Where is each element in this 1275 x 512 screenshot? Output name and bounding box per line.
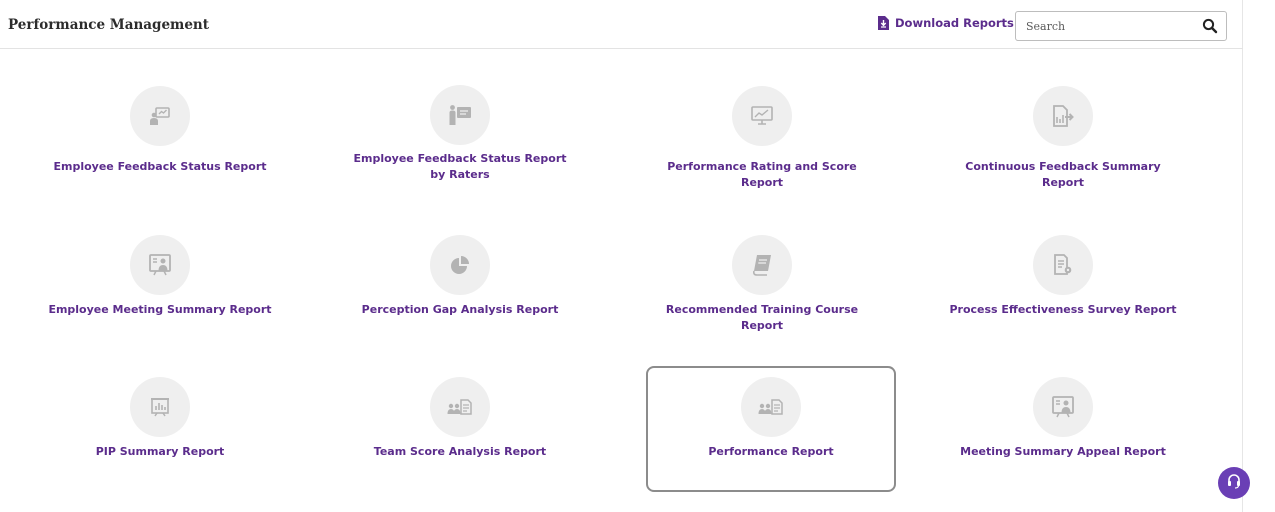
- report-card[interactable]: Perception Gap Analysis Report: [335, 224, 585, 350]
- report-label: PIP Summary Report: [95, 445, 225, 458]
- report-card[interactable]: Performance Rating and Score Report: [637, 75, 887, 201]
- meeting-board-icon: [130, 235, 190, 295]
- presenter-board-icon: [430, 85, 490, 145]
- file-download-icon: [877, 16, 889, 30]
- report-label: Meeting Summary Appeal Report: [960, 445, 1166, 458]
- report-label: Perception Gap Analysis Report: [361, 303, 559, 316]
- report-card[interactable]: Process Effectiveness Survey Report: [938, 224, 1188, 350]
- report-label: Performance Rating and Score Report: [667, 160, 857, 189]
- report-label: Employee Meeting Summary Report: [48, 303, 272, 316]
- report-label: Process Effectiveness Survey Report: [949, 303, 1177, 316]
- report-card[interactable]: PIP Summary Report: [35, 366, 285, 492]
- report-label: Employee Feedback Status Report by Rater…: [353, 152, 567, 181]
- report-label: Performance Report: [708, 445, 834, 458]
- document-settings-icon: [1033, 235, 1093, 295]
- report-label: Recommended Training Course Report: [665, 303, 859, 332]
- team-document-icon: [741, 377, 801, 437]
- bar-chart-board-icon: [130, 377, 190, 437]
- book-icon: [732, 235, 792, 295]
- monitor-chart-icon: [732, 86, 792, 146]
- report-label: Employee Feedback Status Report: [53, 160, 267, 173]
- report-card[interactable]: Team Score Analysis Report: [335, 366, 585, 492]
- report-card[interactable]: Employee Feedback Status Report: [35, 75, 285, 201]
- report-card[interactable]: Meeting Summary Appeal Report: [938, 366, 1188, 492]
- right-gutter: [1243, 0, 1275, 512]
- document-export-icon: [1033, 86, 1093, 146]
- report-label: Continuous Feedback Summary Report: [965, 160, 1161, 189]
- report-card[interactable]: Employee Feedback Status Report by Rater…: [335, 75, 585, 201]
- meeting-board-icon: [1033, 377, 1093, 437]
- search-box: [1015, 11, 1227, 41]
- download-reports-button[interactable]: Download Reports: [877, 16, 1014, 30]
- report-card-selected[interactable]: Performance Report: [646, 366, 896, 492]
- search-icon[interactable]: [1202, 18, 1218, 34]
- page-header: Performance Management Download Reports: [0, 0, 1243, 49]
- report-card[interactable]: Recommended Training Course Report: [637, 224, 887, 350]
- team-document-icon: [430, 377, 490, 437]
- download-reports-label: Download Reports: [895, 16, 1014, 30]
- search-input[interactable]: [1016, 12, 1196, 40]
- report-card[interactable]: Employee Meeting Summary Report: [35, 224, 285, 350]
- presentation-chart-icon: [130, 86, 190, 146]
- report-grid: Employee Feedback Status Report Employee…: [0, 49, 1243, 512]
- page-title: Performance Management: [8, 17, 209, 33]
- headset-icon: [1226, 473, 1242, 494]
- pie-chart-icon: [430, 235, 490, 295]
- report-card[interactable]: Continuous Feedback Summary Report: [938, 75, 1188, 201]
- report-label: Team Score Analysis Report: [373, 445, 547, 458]
- help-chat-button[interactable]: [1218, 467, 1250, 499]
- performance-management-page: Performance Management Download Reports: [0, 0, 1243, 512]
